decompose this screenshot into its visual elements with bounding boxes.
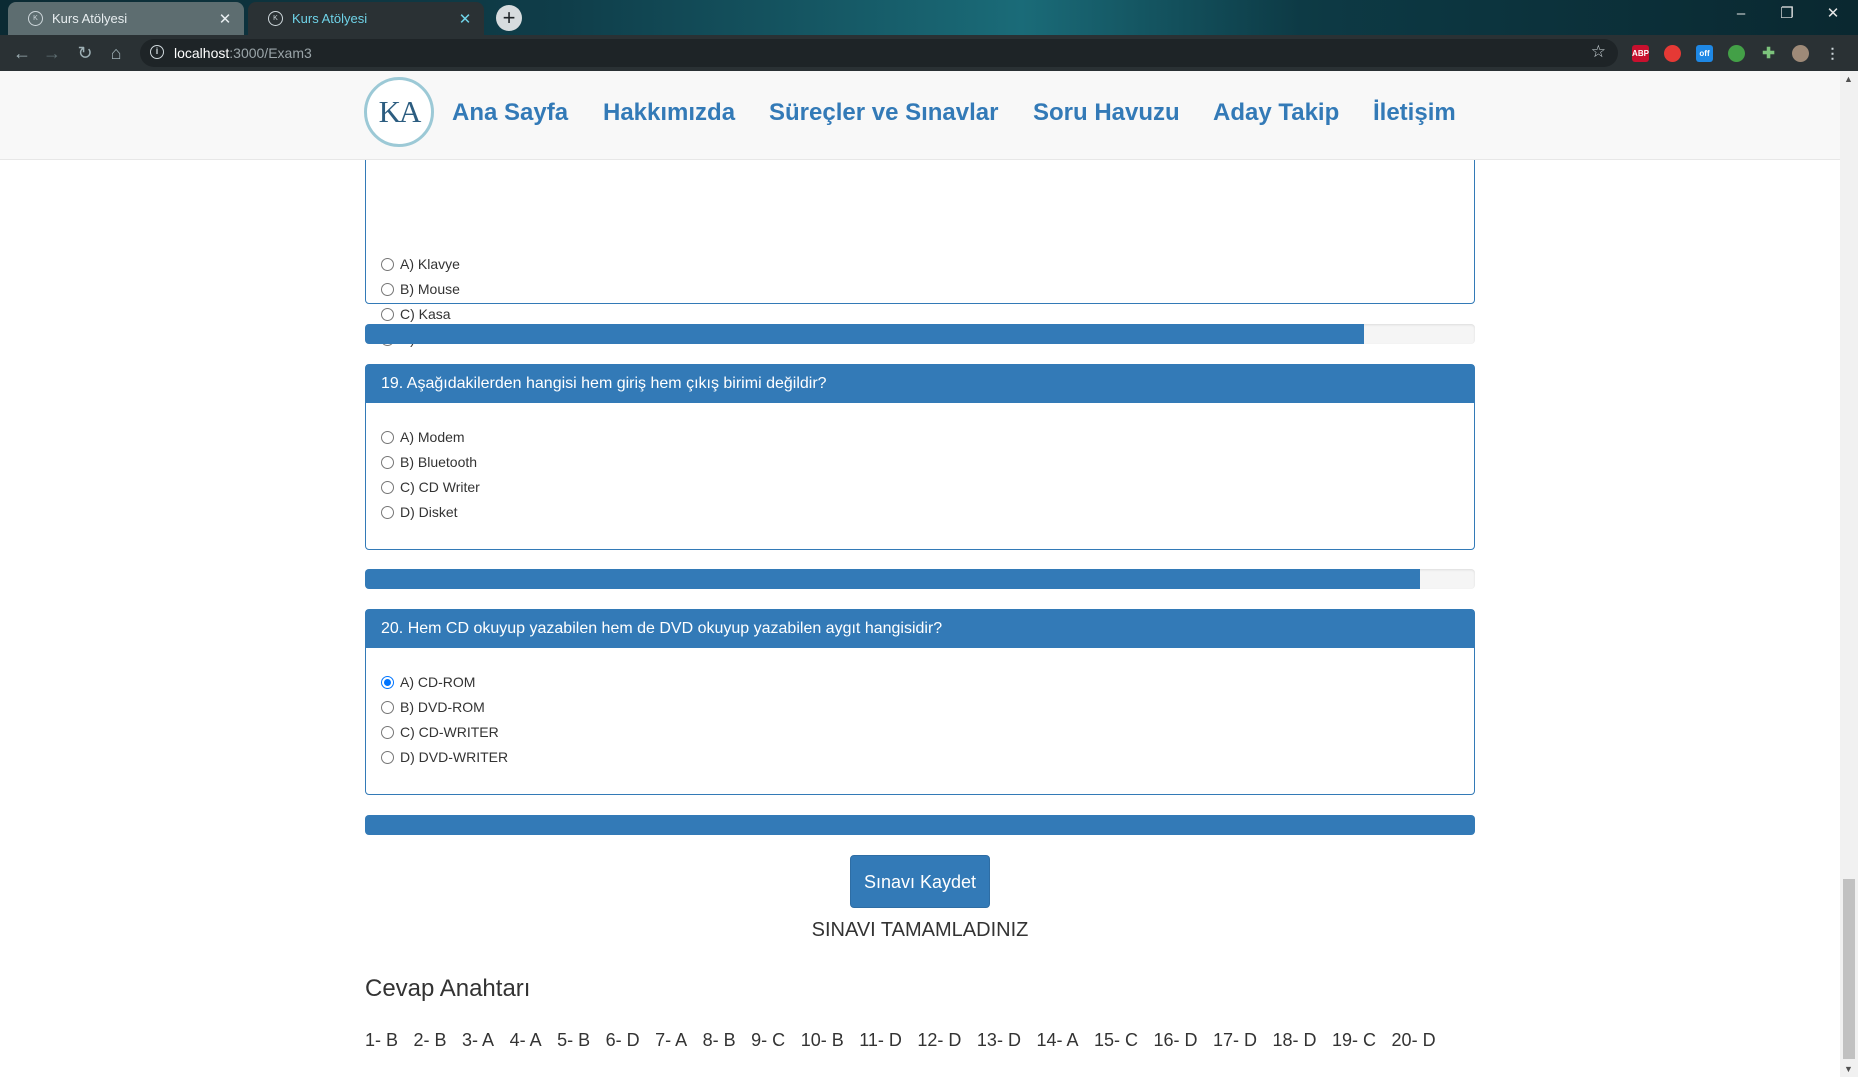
restore-icon[interactable]: ❐: [1764, 0, 1810, 30]
minimize-icon[interactable]: –: [1718, 0, 1764, 30]
answer-key-item: 4- A: [509, 1030, 542, 1050]
browser-chrome: K Kurs Atölyesi ✕ K Kurs Atölyesi ✕ + – …: [0, 0, 1858, 71]
answer-option[interactable]: C) Kasa: [381, 306, 451, 322]
extension-off-icon[interactable]: off: [1696, 45, 1713, 62]
answer-option[interactable]: C) CD Writer: [381, 479, 480, 495]
answer-key-item: 19- C: [1332, 1030, 1377, 1050]
answer-key-item: 8- B: [702, 1030, 736, 1050]
radio-button-selected[interactable]: [381, 675, 394, 689]
browser-menu-icon[interactable]: ⋮: [1824, 45, 1841, 62]
answer-option[interactable]: A) CD-ROM: [381, 674, 475, 690]
tab-title: Kurs Atölyesi: [292, 11, 368, 26]
answer-key-item: 13- D: [976, 1030, 1021, 1050]
new-tab-button[interactable]: +: [496, 5, 522, 31]
answer-key-list: 1- B 2- B 3- A 4- A 5- B 6- D 7- A 8- B 9- C 10- …: [365, 1030, 1451, 1051]
scrollbar-thumb[interactable]: [1843, 879, 1855, 1059]
radio-button[interactable]: [381, 700, 394, 714]
home-icon[interactable]: ⌂: [104, 41, 128, 65]
question-title: 20. Hem CD okuyup yazabilen hem de DVD o…: [366, 610, 1474, 648]
radio-button[interactable]: [381, 257, 394, 271]
profile-avatar[interactable]: [1792, 45, 1809, 62]
answer-key-item: 7- A: [655, 1030, 688, 1050]
answer-key-item: 20- D: [1391, 1030, 1436, 1050]
answer-key-title: Cevap Anahtarı: [365, 975, 531, 1002]
answer-option[interactable]: B) Mouse: [381, 281, 460, 297]
answer-key-item: 15- C: [1093, 1030, 1138, 1050]
answer-key-item: 17- D: [1213, 1030, 1258, 1050]
nav-link-hakkimizda[interactable]: Hakkımızda: [603, 99, 735, 127]
tab-title: Kurs Atölyesi: [52, 11, 128, 26]
scroll-up-icon[interactable]: ▲: [1844, 74, 1853, 84]
progress-fill: [365, 569, 1420, 589]
close-tab-icon[interactable]: ✕: [456, 10, 474, 28]
nav-link-surecler-ve-sinavlar[interactable]: Süreçler ve Sınavlar: [769, 99, 998, 127]
answer-option[interactable]: D) Disket: [381, 504, 458, 520]
page-content: KA Ana Sayfa Hakkımızda Süreçler ve Sına…: [0, 71, 1840, 1077]
browser-tab-2[interactable]: K Kurs Atölyesi ✕: [248, 2, 484, 35]
url-text: localhost:3000/Exam3: [174, 45, 312, 61]
adblock-extension-icon[interactable]: ABP: [1632, 45, 1649, 62]
nav-link-soru-havuzu[interactable]: Soru Havuzu: [1033, 99, 1180, 127]
answer-key-item: 14- A: [1036, 1030, 1079, 1050]
extension-leaf-icon[interactable]: [1728, 45, 1745, 62]
radio-button[interactable]: [381, 725, 394, 739]
radio-button[interactable]: [381, 750, 394, 764]
bookmark-star-icon[interactable]: ☆: [1591, 42, 1606, 62]
page-scrollbar[interactable]: ▲ ▼: [1840, 71, 1858, 1077]
answer-key-item: 6- D: [605, 1030, 640, 1050]
back-icon[interactable]: ←: [10, 41, 34, 65]
question-panel-19: 19. Aşağıdakilerden hangisi hem giriş he…: [365, 364, 1475, 550]
radio-button[interactable]: [381, 307, 394, 321]
answer-key-item: 11- D: [859, 1030, 902, 1050]
site-navbar: KA Ana Sayfa Hakkımızda Süreçler ve Sına…: [0, 71, 1840, 160]
site-favicon-icon: K: [28, 11, 43, 26]
completed-message: SINAVI TAMAMLADINIZ: [811, 919, 1029, 941]
extension-shield-icon[interactable]: [1664, 45, 1681, 62]
answer-key-item: 12- D: [917, 1030, 962, 1050]
progress-bar: [365, 324, 1475, 344]
nav-link-ana-sayfa[interactable]: Ana Sayfa: [452, 99, 568, 127]
progress-bar: [365, 569, 1475, 589]
answer-option[interactable]: B) DVD-ROM: [381, 699, 485, 715]
answer-key-item: 18- D: [1272, 1030, 1317, 1050]
url-input[interactable]: i localhost:3000/Exam3 ☆: [140, 39, 1618, 67]
answer-key-item: 1- B: [365, 1030, 399, 1050]
close-window-icon[interactable]: ✕: [1810, 0, 1856, 30]
radio-button[interactable]: [381, 430, 394, 444]
forward-icon[interactable]: →: [40, 41, 64, 65]
progress-bar: [365, 815, 1475, 835]
answer-key-item: 5- B: [557, 1030, 591, 1050]
answer-option[interactable]: A) Modem: [381, 429, 465, 445]
radio-button[interactable]: [381, 505, 394, 519]
answer-key-item: 16- D: [1153, 1030, 1198, 1050]
answer-key-item: 3- A: [462, 1030, 495, 1050]
extensions-puzzle-icon[interactable]: ✚: [1760, 45, 1777, 62]
close-tab-icon[interactable]: ✕: [216, 10, 234, 28]
radio-button[interactable]: [381, 282, 394, 296]
question-title: 19. Aşağıdakilerden hangisi hem giriş he…: [366, 365, 1474, 403]
answer-key-item: 9- C: [751, 1030, 786, 1050]
reload-icon[interactable]: ↻: [73, 41, 97, 65]
site-favicon-icon: K: [268, 11, 283, 26]
progress-fill: [365, 815, 1475, 835]
progress-fill: [365, 324, 1364, 344]
tab-strip: K Kurs Atölyesi ✕ K Kurs Atölyesi ✕ + – …: [0, 0, 1858, 35]
address-bar-row: ← → ↻ ⌂ i localhost:3000/Exam3 ☆ ABP off…: [0, 35, 1858, 71]
scroll-down-icon[interactable]: ▼: [1844, 1064, 1853, 1074]
browser-tab-1[interactable]: K Kurs Atölyesi ✕: [8, 2, 244, 35]
nav-link-iletisim[interactable]: İletişim: [1373, 99, 1456, 127]
answer-key-item: 2- B: [413, 1030, 447, 1050]
answer-key-item: 10- B: [800, 1030, 844, 1050]
save-exam-button[interactable]: Sınavı Kaydet: [850, 855, 990, 908]
answer-option[interactable]: B) Bluetooth: [381, 454, 477, 470]
site-logo[interactable]: KA: [364, 77, 434, 147]
nav-link-aday-takip[interactable]: Aday Takip: [1213, 99, 1339, 127]
answer-option[interactable]: A) Klavye: [381, 256, 460, 272]
answer-option[interactable]: C) CD-WRITER: [381, 724, 499, 740]
radio-button[interactable]: [381, 455, 394, 469]
site-info-icon[interactable]: i: [150, 45, 164, 59]
radio-button[interactable]: [381, 480, 394, 494]
question-panel-20: 20. Hem CD okuyup yazabilen hem de DVD o…: [365, 609, 1475, 795]
answer-option[interactable]: D) DVD-WRITER: [381, 749, 508, 765]
